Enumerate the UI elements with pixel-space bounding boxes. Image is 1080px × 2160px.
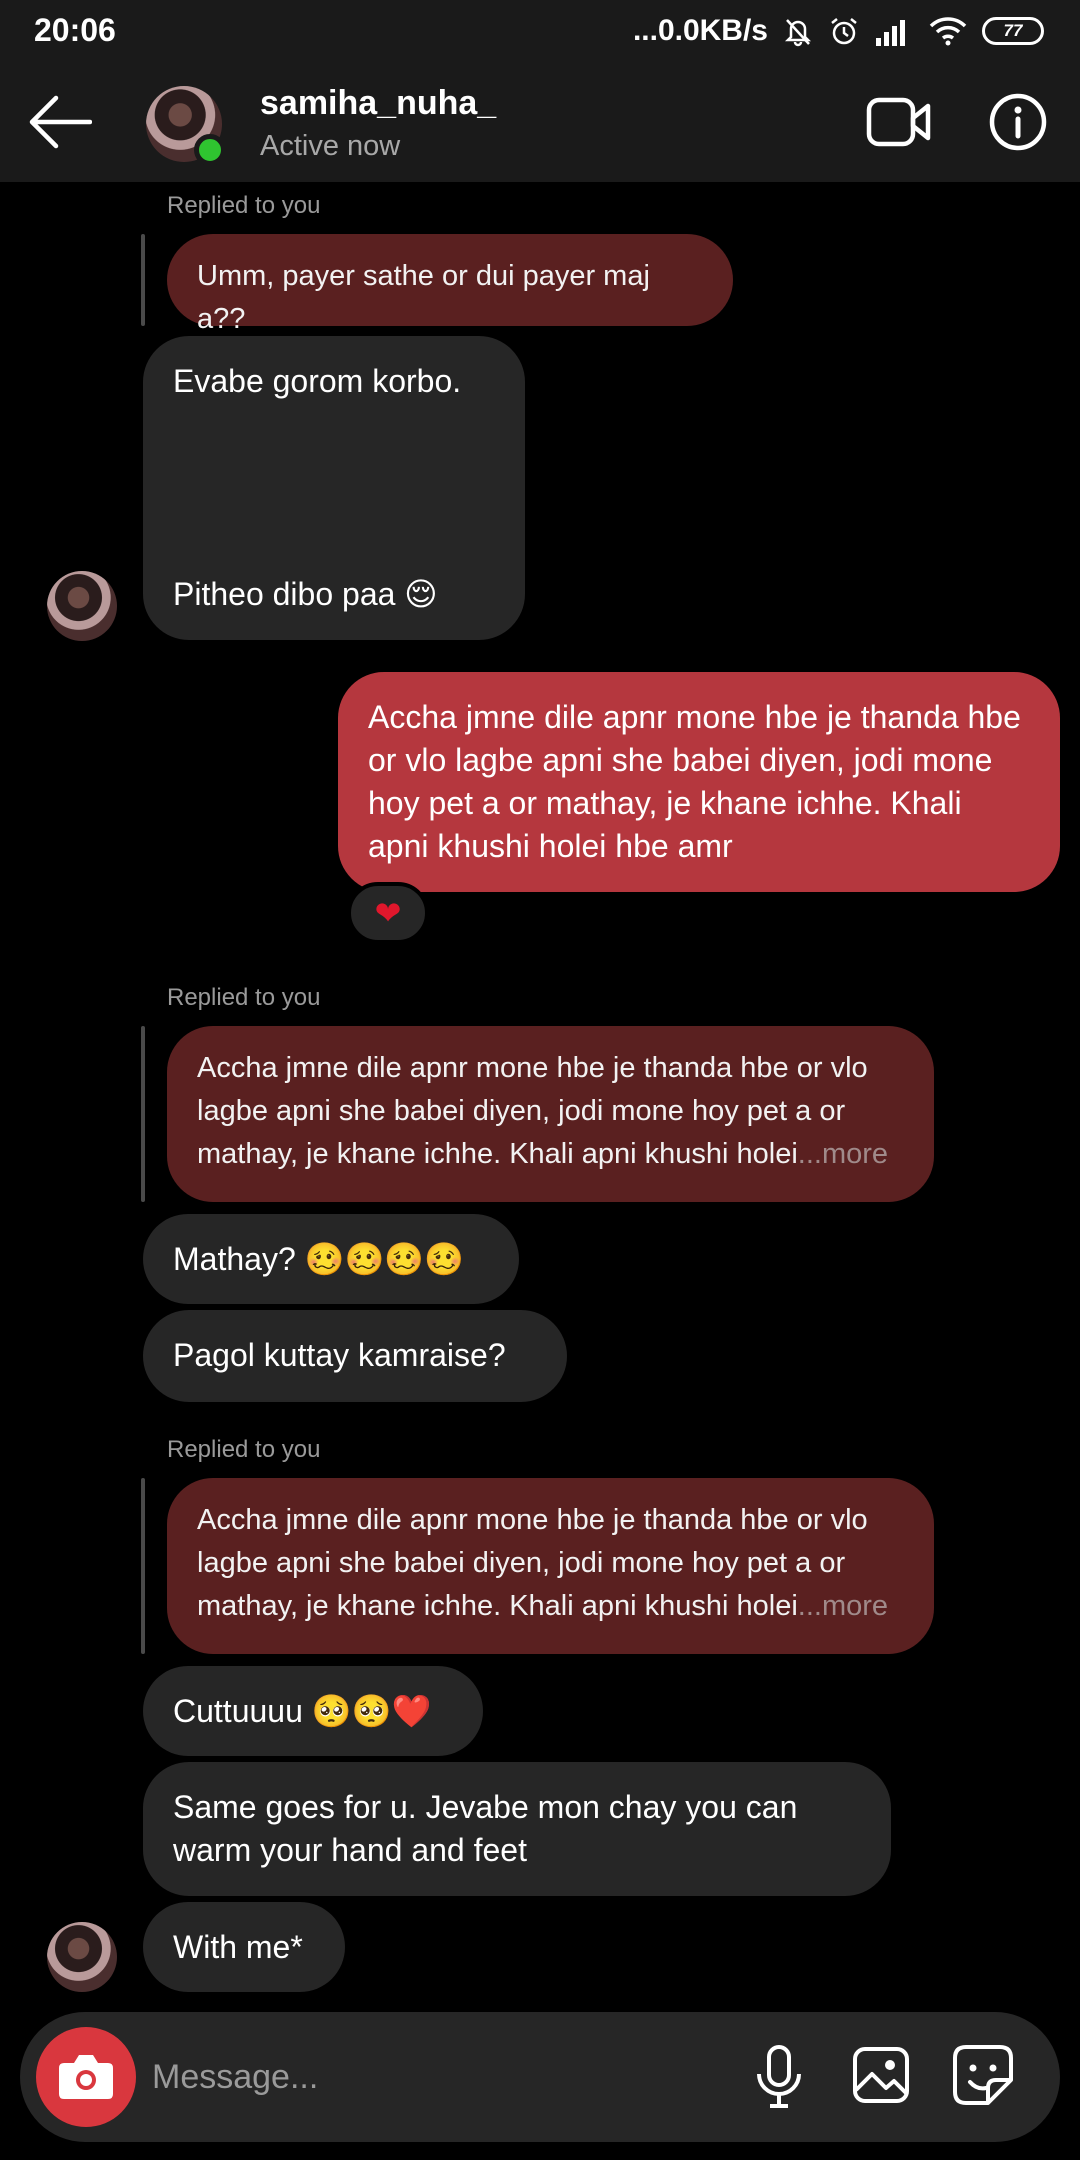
message-text: With me* <box>173 1929 303 1965</box>
message-text: Cuttuuuu 🥺🥺❤️ <box>173 1693 432 1729</box>
wifi-icon <box>929 17 967 46</box>
network-speed: ...0.0KB/s <box>632 14 768 47</box>
more-link[interactable]: ...more <box>798 1590 888 1622</box>
online-indicator <box>194 134 226 166</box>
status-time: 20:06 <box>34 12 116 48</box>
message-text: Same goes for u. Jevabe mon chay you can… <box>173 1789 798 1868</box>
active-status: Active now <box>260 130 401 162</box>
reply-indicator-line <box>141 234 145 326</box>
heart-reaction[interactable]: ❤ <box>347 882 429 944</box>
info-icon[interactable] <box>988 92 1048 152</box>
replied-label: Replied to you <box>167 192 321 219</box>
gallery-icon[interactable] <box>852 2046 910 2104</box>
camera-icon <box>59 2055 113 2099</box>
message-text: Pitheo dibo paa 😌 <box>173 576 438 612</box>
alarm-icon <box>831 18 857 45</box>
sent-message[interactable]: Accha jmne dile apnr mone hbe je thanda … <box>338 672 1060 892</box>
message-text: Accha jmne dile apnr mone hbe je thanda … <box>368 699 1021 864</box>
reply-indicator-line <box>141 1478 145 1654</box>
mute-bell-icon <box>784 19 812 47</box>
video-call-icon[interactable] <box>866 94 932 150</box>
received-message[interactable]: Same goes for u. Jevabe mon chay you can… <box>143 1762 891 1896</box>
quoted-text: Accha jmne dile apnr mone hbe je thanda … <box>197 1052 868 1170</box>
received-message[interactable]: With me* <box>143 1902 345 1992</box>
replied-label: Replied to you <box>167 984 321 1011</box>
replied-label: Replied to you <box>167 1436 321 1463</box>
quoted-text: Umm, payer sathe or dui payer maj a?? <box>197 260 650 335</box>
quoted-message[interactable]: Accha jmne dile apnr mone hbe je thanda … <box>167 1026 934 1202</box>
status-icons: ...0.0KB/s 77 <box>633 12 1044 50</box>
message-input[interactable] <box>152 2047 712 2107</box>
received-message[interactable]: Pagol kuttay kamraise? <box>143 1310 567 1402</box>
chat-header: samiha_nuha_ Active now <box>0 62 1080 182</box>
back-arrow-icon[interactable] <box>28 92 92 152</box>
camera-button[interactable] <box>36 2027 136 2127</box>
message-thread[interactable]: Replied to you Umm, payer sathe or dui p… <box>0 182 1080 2012</box>
more-link[interactable]: ...more <box>798 1138 888 1170</box>
message-text: Evabe gorom korbo. <box>173 363 462 399</box>
heart-icon: ❤ <box>374 895 402 931</box>
battery-level: 77 <box>1003 21 1023 40</box>
quoted-message[interactable]: Accha jmne dile apnr mone hbe je thanda … <box>167 1478 934 1654</box>
signal-icon <box>876 20 905 46</box>
received-message[interactable]: Cuttuuuu 🥺🥺❤️ <box>143 1666 483 1756</box>
quoted-text: Accha jmne dile apnr mone hbe je thanda … <box>197 1504 868 1622</box>
quoted-message[interactable]: Umm, payer sathe or dui payer maj a?? <box>167 234 733 335</box>
avatar[interactable] <box>47 1922 117 1992</box>
received-message[interactable]: Evabe gorom korbo. Pitheo dibo paa 😌 <box>143 336 525 640</box>
microphone-icon[interactable] <box>752 2044 806 2110</box>
chat-username[interactable]: samiha_nuha_ <box>260 84 496 123</box>
sticker-icon[interactable] <box>952 2044 1014 2106</box>
reply-indicator-line <box>141 1026 145 1202</box>
status-bar: 20:06 ...0.0KB/s 77 <box>0 0 1080 62</box>
avatar[interactable] <box>47 571 117 641</box>
message-text: Pagol kuttay kamraise? <box>173 1337 506 1373</box>
message-text: Mathay? 🥴🥴🥴🥴 <box>173 1241 464 1277</box>
message-composer <box>20 2012 1060 2142</box>
battery-icon: 77 <box>982 17 1044 45</box>
received-message[interactable]: Mathay? 🥴🥴🥴🥴 <box>143 1214 519 1304</box>
